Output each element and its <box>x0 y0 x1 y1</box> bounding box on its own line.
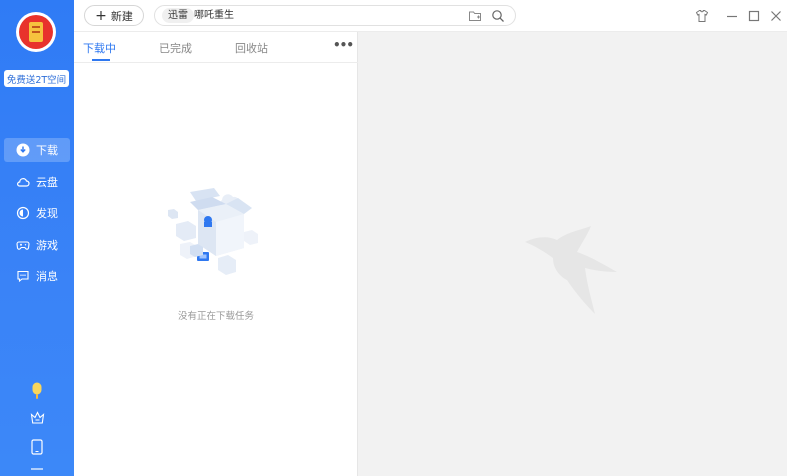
new-task-button[interactable]: + 新建 <box>84 5 144 26</box>
download-panel: 下载中 已完成 回收站 ••• 没有正在下载任务 <box>74 32 358 476</box>
sidebar: 免费送2T空间 下载 云盘 发现 游戏 消息 <box>0 0 74 476</box>
tablet-icon <box>31 439 43 455</box>
search-chip[interactable]: 哪吒重生 <box>188 8 240 23</box>
avatar[interactable] <box>16 12 56 52</box>
more-options-button[interactable]: ••• <box>333 38 354 52</box>
add-folder-icon[interactable] <box>468 9 482 23</box>
popsicle-icon <box>32 382 42 399</box>
sidebar-item-label: 发现 <box>36 207 58 220</box>
avatar-image <box>19 15 53 49</box>
book-icon <box>29 22 43 42</box>
hummingbird-logo <box>525 226 617 314</box>
tab-downloading[interactable]: 下载中 <box>83 40 116 56</box>
tab-bar: 下载中 已完成 回收站 ••• <box>74 32 358 63</box>
sidebar-item-label: 云盘 <box>36 175 58 189</box>
plus-icon: + <box>95 7 107 24</box>
search-icon[interactable] <box>491 9 505 23</box>
empty-state-message: 没有正在下载任务 <box>177 311 254 322</box>
menu-button[interactable] <box>0 467 74 473</box>
sidebar-item-label: 消息 <box>36 270 58 283</box>
sidebar-item-cloud[interactable]: 云盘 <box>4 170 70 194</box>
message-icon <box>17 270 29 283</box>
minimize-icon[interactable] <box>725 9 739 23</box>
gamepad-icon <box>16 240 30 250</box>
empty-box-illustration <box>168 188 258 275</box>
tab-recycle-bin[interactable]: 回收站 <box>235 40 268 56</box>
promo-free-space-button[interactable]: 免费送2T空间 <box>4 70 69 87</box>
discover-icon <box>16 206 30 220</box>
sidebar-item-label: 下载 <box>36 144 58 157</box>
vip-button[interactable] <box>0 411 74 425</box>
new-task-label: 新建 <box>110 9 133 23</box>
sidebar-item-games[interactable]: 游戏 <box>4 233 70 257</box>
popsicle-button[interactable] <box>0 382 74 400</box>
menu-icon <box>31 468 43 470</box>
cloud-icon <box>17 177 30 187</box>
close-icon[interactable] <box>769 9 783 23</box>
sidebar-item-download[interactable]: 下载 <box>4 138 70 162</box>
search-input[interactable]: 迅雷 哪吒重生 <box>154 5 516 26</box>
maximize-icon[interactable] <box>747 9 761 23</box>
sidebar-item-messages[interactable]: 消息 <box>4 264 70 288</box>
sidebar-item-label: 游戏 <box>36 238 58 252</box>
crown-icon <box>30 411 44 424</box>
sidebar-nav: 下载 云盘 发现 游戏 消息 <box>4 138 70 296</box>
tab-completed[interactable]: 已完成 <box>159 40 192 56</box>
toolbar: + 新建 迅雷 哪吒重生 <box>74 0 787 32</box>
skin-icon[interactable] <box>695 9 709 23</box>
active-tab-indicator <box>92 59 110 61</box>
mobile-button[interactable] <box>0 439 74 455</box>
detail-area <box>358 32 787 476</box>
sidebar-item-discover[interactable]: 发现 <box>4 201 70 225</box>
download-icon <box>16 143 30 157</box>
